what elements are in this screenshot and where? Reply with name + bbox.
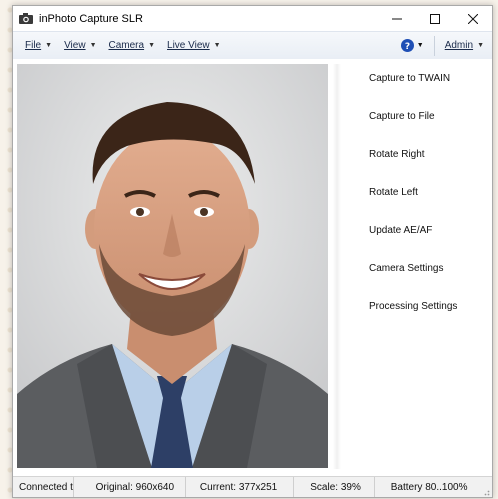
svg-text:?: ? xyxy=(405,42,410,52)
processing-settings-button[interactable]: Processing Settings xyxy=(369,300,457,338)
rotate-right-button[interactable]: Rotate Right xyxy=(369,148,457,186)
chevron-down-icon[interactable]: ▼ xyxy=(417,42,424,49)
menu-separator xyxy=(433,35,435,56)
menu-live-view[interactable]: Live View ▼ xyxy=(167,40,221,51)
live-preview-image xyxy=(17,64,328,468)
status-scale-text: Scale: 39% xyxy=(310,482,361,493)
status-connected: Connected t xyxy=(13,477,74,497)
close-icon xyxy=(468,13,478,24)
maximize-button[interactable] xyxy=(416,6,454,31)
camera-settings-button[interactable]: Camera Settings xyxy=(369,262,457,300)
menu-view-label: View xyxy=(64,40,86,51)
menu-admin-label: Admin xyxy=(444,40,474,51)
portrait-photo xyxy=(17,64,328,468)
menu-admin[interactable]: Admin ▼ xyxy=(445,40,484,51)
status-original-text: Original: 960x640 xyxy=(95,482,175,493)
menu-file-label: File xyxy=(25,40,42,51)
menu-camera-label: Camera xyxy=(108,40,145,51)
update-ae-af-button[interactable]: Update AE/AF xyxy=(369,224,457,262)
minimize-button[interactable] xyxy=(378,6,416,31)
help-icon[interactable]: ? xyxy=(400,39,414,52)
resize-grip-icon[interactable] xyxy=(482,488,490,496)
chevron-down-icon: ▼ xyxy=(89,42,97,49)
status-current: Current: 377x251 xyxy=(186,477,295,497)
maximize-icon xyxy=(430,13,440,24)
action-panel: Capture to TWAIN Capture to File Rotate … xyxy=(369,72,457,338)
status-bar: Connected t Original: 960x640 Current: 3… xyxy=(13,476,492,497)
chevron-down-icon: ▼ xyxy=(45,42,53,49)
window-title: inPhoto Capture SLR xyxy=(39,12,143,25)
main-content: Capture to TWAIN Capture to File Rotate … xyxy=(13,59,492,470)
menu-right-group: ? ▼ Admin ▼ xyxy=(400,32,484,59)
status-scale: Scale: 39% xyxy=(294,477,375,497)
status-connected-text: Connected t xyxy=(19,482,73,493)
capture-to-twain-button[interactable]: Capture to TWAIN xyxy=(369,72,457,110)
rotate-left-button[interactable]: Rotate Left xyxy=(369,186,457,224)
status-battery-text: Battery 80..100% xyxy=(390,482,468,493)
status-current-text: Current: 377x251 xyxy=(199,482,278,493)
close-button[interactable] xyxy=(454,6,492,31)
status-original: Original: 960x640 xyxy=(74,477,186,497)
title-bar[interactable]: inPhoto Capture SLR xyxy=(13,6,492,31)
menu-view[interactable]: View ▼ xyxy=(64,40,96,51)
panel-separator xyxy=(333,64,341,469)
minimize-icon xyxy=(392,18,402,19)
chevron-down-icon: ▼ xyxy=(148,42,156,49)
window-controls xyxy=(378,6,492,31)
menu-camera[interactable]: Camera ▼ xyxy=(109,40,156,51)
chevron-down-icon: ▼ xyxy=(213,42,221,49)
menu-bar: File ▼ View ▼ Camera ▼ Live View ▼ ? ▼ A… xyxy=(13,31,492,60)
camera-icon xyxy=(19,13,33,24)
menu-live-view-label: Live View xyxy=(167,40,210,51)
capture-to-file-button[interactable]: Capture to File xyxy=(369,110,457,148)
chevron-down-icon: ▼ xyxy=(477,42,484,49)
app-window: inPhoto Capture SLR File ▼ View ▼ Camera… xyxy=(12,5,493,498)
status-battery: Battery 80..100% xyxy=(375,477,492,497)
menu-file[interactable]: File ▼ xyxy=(25,40,52,51)
